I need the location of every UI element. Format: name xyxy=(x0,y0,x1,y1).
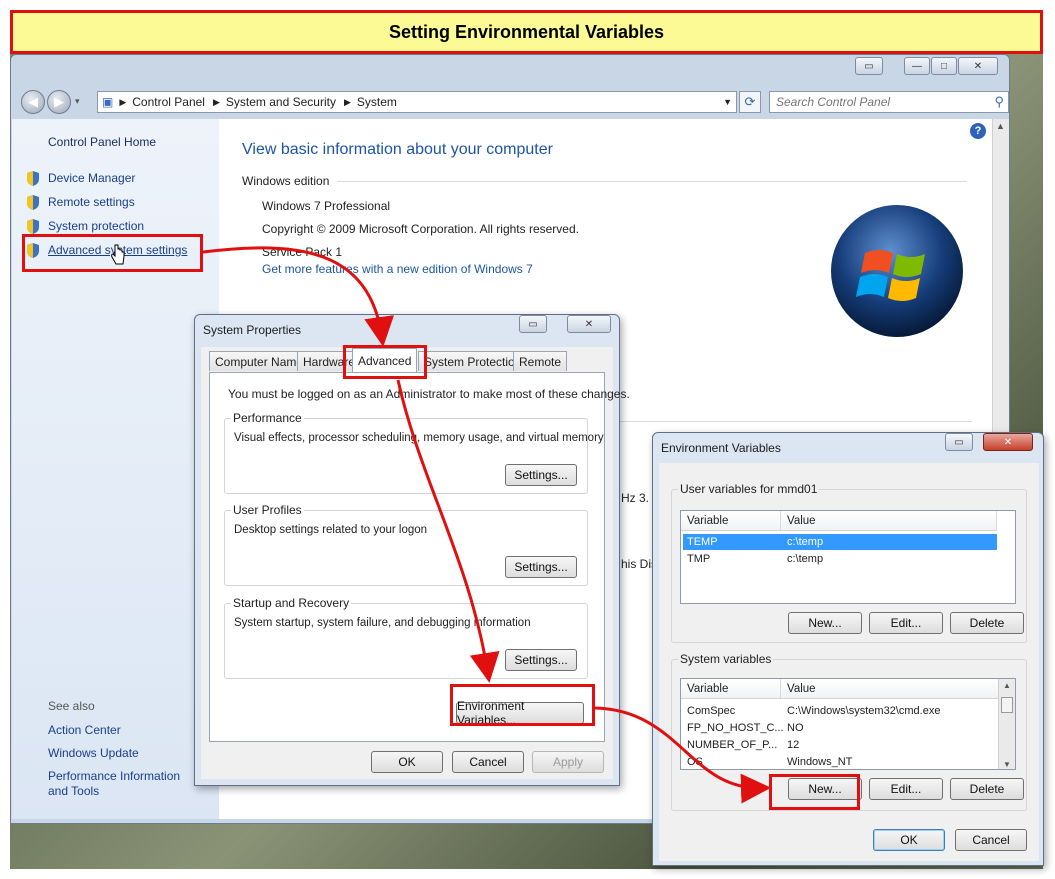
arrow-to-advanced-tab xyxy=(202,246,395,347)
tutorial-arrows xyxy=(202,246,771,804)
tab-advanced[interactable]: Advanced xyxy=(352,348,418,372)
arrow-to-new-button xyxy=(594,706,771,804)
hand-cursor-icon xyxy=(111,244,125,265)
arrow-to-env-button xyxy=(396,379,500,683)
